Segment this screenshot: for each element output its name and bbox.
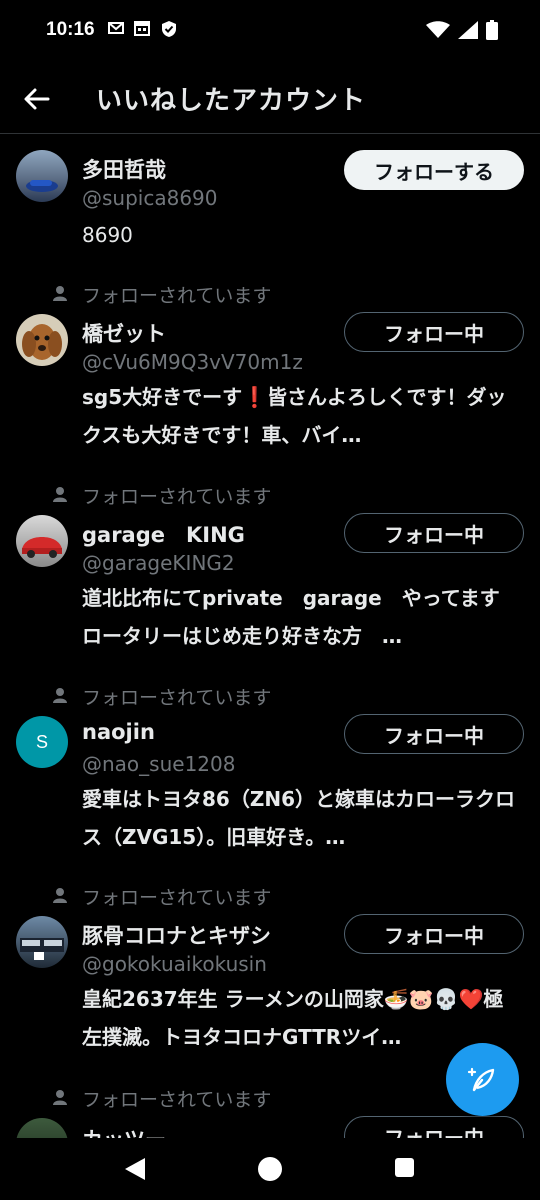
following-button[interactable]: フォロー中 bbox=[344, 1116, 524, 1138]
following-button[interactable]: フォロー中 bbox=[344, 714, 524, 754]
list-item[interactable]: フォローされています 橋ゼット @cVu6M9Q3vV70m1z sg5大好きで… bbox=[0, 280, 540, 480]
user-handle: @nao_sue1208 bbox=[82, 752, 236, 776]
follows-you-indicator: フォローされています bbox=[50, 483, 272, 508]
follows-you-indicator: フォローされています bbox=[50, 684, 272, 709]
follows-you-label: フォローされています bbox=[82, 485, 272, 508]
nav-recents-icon[interactable] bbox=[395, 1158, 414, 1177]
nav-home-icon[interactable] bbox=[258, 1157, 282, 1181]
liked-by-list: 多田哲哉 @supica8690 8690 フォローする フォローされています … bbox=[0, 134, 540, 1138]
follows-you-label: フォローされています bbox=[82, 1088, 272, 1111]
user-bio: sg5大好きでーす❗皆さんよろしくです！ダックスも大好きです！車、バイ… bbox=[82, 385, 507, 447]
status-system-icons bbox=[426, 20, 498, 40]
person-icon bbox=[53, 286, 67, 301]
follows-you-label: フォローされています bbox=[82, 284, 272, 307]
list-item[interactable]: フォローされています S naojin @nao_sue1208 愛車はトヨタ8… bbox=[0, 682, 540, 882]
user-name: 豚骨コロナとキザシ bbox=[82, 924, 271, 948]
user-handle: @cVu6M9Q3vV70m1z bbox=[82, 350, 303, 374]
user-handle: @gokokuaikokusin bbox=[82, 952, 267, 976]
user-name: 多田哲哉 bbox=[82, 158, 166, 182]
nav-back-icon[interactable] bbox=[124, 1157, 146, 1181]
user-bio: 道北比布にてprivate garage やってます ロータリーはじめ走り好きな… bbox=[82, 586, 520, 648]
system-nav-bar bbox=[0, 1138, 540, 1200]
user-name: カッツー bbox=[82, 1124, 166, 1138]
status-bar: 10:16 bbox=[0, 0, 540, 62]
status-time: 10:16 bbox=[46, 19, 95, 40]
avatar[interactable] bbox=[16, 150, 68, 202]
person-icon bbox=[53, 487, 67, 502]
user-bio: 愛車はトヨタ86（ZN6）と嫁車はカローラクロス（ZVG15）。旧車好き。… bbox=[82, 787, 515, 849]
follows-you-indicator: フォローされています bbox=[50, 1086, 272, 1111]
avatar-letter: S bbox=[35, 731, 48, 752]
follows-you-label: フォローされています bbox=[82, 886, 272, 909]
avatar[interactable] bbox=[16, 314, 68, 366]
following-button[interactable]: フォロー中 bbox=[344, 914, 524, 954]
list-item[interactable]: フォローされています garage KING @garageKING2 道北比布… bbox=[0, 481, 540, 681]
signal-icon bbox=[458, 21, 478, 39]
user-handle: @garageKING2 bbox=[82, 551, 235, 575]
list-item[interactable]: 多田哲哉 @supica8690 8690 フォローする bbox=[0, 134, 540, 284]
compose-feather-icon bbox=[467, 1067, 494, 1091]
avatar[interactable] bbox=[16, 916, 68, 968]
follow-button[interactable]: フォローする bbox=[344, 150, 524, 190]
follows-you-indicator: フォローされています bbox=[50, 884, 272, 909]
person-icon bbox=[53, 688, 67, 703]
following-button[interactable]: フォロー中 bbox=[344, 312, 524, 352]
avatar[interactable] bbox=[16, 515, 68, 567]
status-notification-icons bbox=[108, 20, 178, 38]
calendar-icon bbox=[134, 21, 150, 36]
back-arrow-icon[interactable] bbox=[22, 84, 52, 114]
avatar[interactable] bbox=[16, 1118, 68, 1138]
follows-you-label: フォローされています bbox=[82, 686, 272, 709]
person-icon bbox=[53, 1090, 67, 1105]
battery-icon bbox=[486, 20, 498, 40]
top-app-bar: いいねしたアカウント bbox=[0, 62, 540, 134]
shield-icon bbox=[162, 21, 176, 37]
wifi-icon bbox=[426, 21, 450, 38]
compose-button[interactable] bbox=[446, 1043, 519, 1116]
avatar[interactable]: S bbox=[16, 716, 68, 768]
user-name: naojin bbox=[82, 720, 155, 744]
user-handle: @supica8690 bbox=[82, 186, 218, 210]
follows-you-indicator: フォローされています bbox=[50, 282, 272, 307]
user-bio: 8690 bbox=[82, 223, 133, 247]
person-icon bbox=[53, 888, 67, 903]
mail-icon bbox=[108, 22, 124, 34]
user-bio: 皇紀2637年生 ラーメンの山岡家🍜🐷💀❤️極左撲滅。トヨタコロナGTTRツイ… bbox=[82, 987, 504, 1049]
user-name: 橋ゼット bbox=[82, 322, 166, 346]
following-button[interactable]: フォロー中 bbox=[344, 513, 524, 553]
user-name: garage KING bbox=[82, 523, 245, 547]
page-title: いいねしたアカウント bbox=[96, 86, 367, 116]
